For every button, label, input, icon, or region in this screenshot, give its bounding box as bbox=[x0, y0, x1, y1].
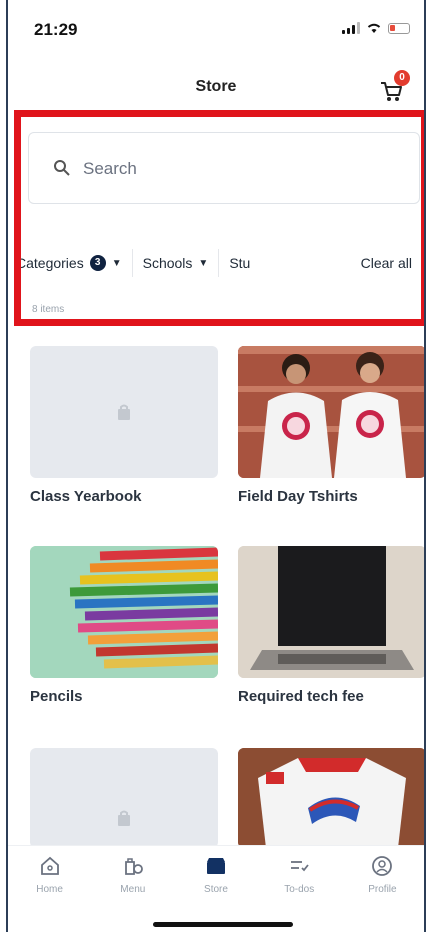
store-header: Store 0 bbox=[8, 70, 424, 110]
product-card[interactable] bbox=[238, 748, 424, 848]
product-card[interactable]: Class Yearbook bbox=[30, 346, 218, 505]
cart-button[interactable]: 0 bbox=[376, 70, 410, 104]
profile-icon bbox=[372, 856, 393, 876]
product-card[interactable]: Pencils bbox=[30, 546, 218, 705]
product-title: Class Yearbook bbox=[30, 488, 142, 505]
battery-icon bbox=[388, 22, 410, 34]
product-title: Required tech fee bbox=[238, 688, 364, 705]
nav-label: To-dos bbox=[284, 884, 315, 895]
menu-icon bbox=[124, 858, 143, 875]
signal-icon bbox=[342, 22, 360, 34]
page-title: Store bbox=[195, 78, 237, 95]
product-title: Pencils bbox=[30, 688, 83, 705]
product-title: Field Day Tshirts bbox=[238, 488, 358, 505]
tshirts-photo bbox=[238, 346, 424, 478]
product-card[interactable]: Required tech fee bbox=[238, 546, 424, 705]
bottom-nav: Home Menu Store To-dos Profile bbox=[8, 845, 424, 916]
pencils-photo bbox=[30, 546, 218, 678]
nav-label: Menu bbox=[120, 884, 146, 895]
highlight-box bbox=[14, 110, 424, 326]
nav-label: Profile bbox=[368, 884, 397, 895]
todo-icon bbox=[291, 861, 309, 872]
wifi-icon bbox=[367, 23, 381, 33]
bag-icon bbox=[118, 404, 130, 420]
jersey-photo bbox=[238, 748, 424, 848]
product-image-placeholder bbox=[30, 748, 218, 848]
status-icons bbox=[342, 22, 410, 34]
nav-label: Store bbox=[204, 884, 228, 895]
product-image bbox=[30, 546, 218, 678]
store-icon bbox=[207, 858, 225, 874]
product-image bbox=[238, 748, 424, 848]
product-card[interactable] bbox=[30, 748, 218, 848]
cart-badge: 0 bbox=[394, 70, 410, 86]
status-bar: 21:29 bbox=[8, 0, 424, 60]
nav-profile[interactable]: Profile bbox=[341, 846, 424, 916]
home-icon bbox=[40, 856, 59, 875]
nav-home[interactable]: Home bbox=[8, 846, 91, 916]
home-indicator bbox=[153, 922, 293, 927]
nav-store[interactable]: Store bbox=[174, 846, 257, 916]
product-image-placeholder bbox=[30, 346, 218, 478]
product-card[interactable]: Field Day Tshirts bbox=[238, 346, 424, 505]
phone-screen: 21:29 Store 0 Search Categories 3 ▼ Scho… bbox=[6, 0, 426, 932]
bag-icon bbox=[118, 810, 130, 826]
laptop-photo bbox=[238, 546, 424, 678]
status-time: 21:29 bbox=[34, 20, 78, 39]
nav-menu[interactable]: Menu bbox=[91, 846, 174, 916]
product-image bbox=[238, 546, 424, 678]
product-image bbox=[238, 346, 424, 478]
nav-todos[interactable]: To-dos bbox=[258, 846, 341, 916]
nav-label: Home bbox=[36, 884, 63, 895]
